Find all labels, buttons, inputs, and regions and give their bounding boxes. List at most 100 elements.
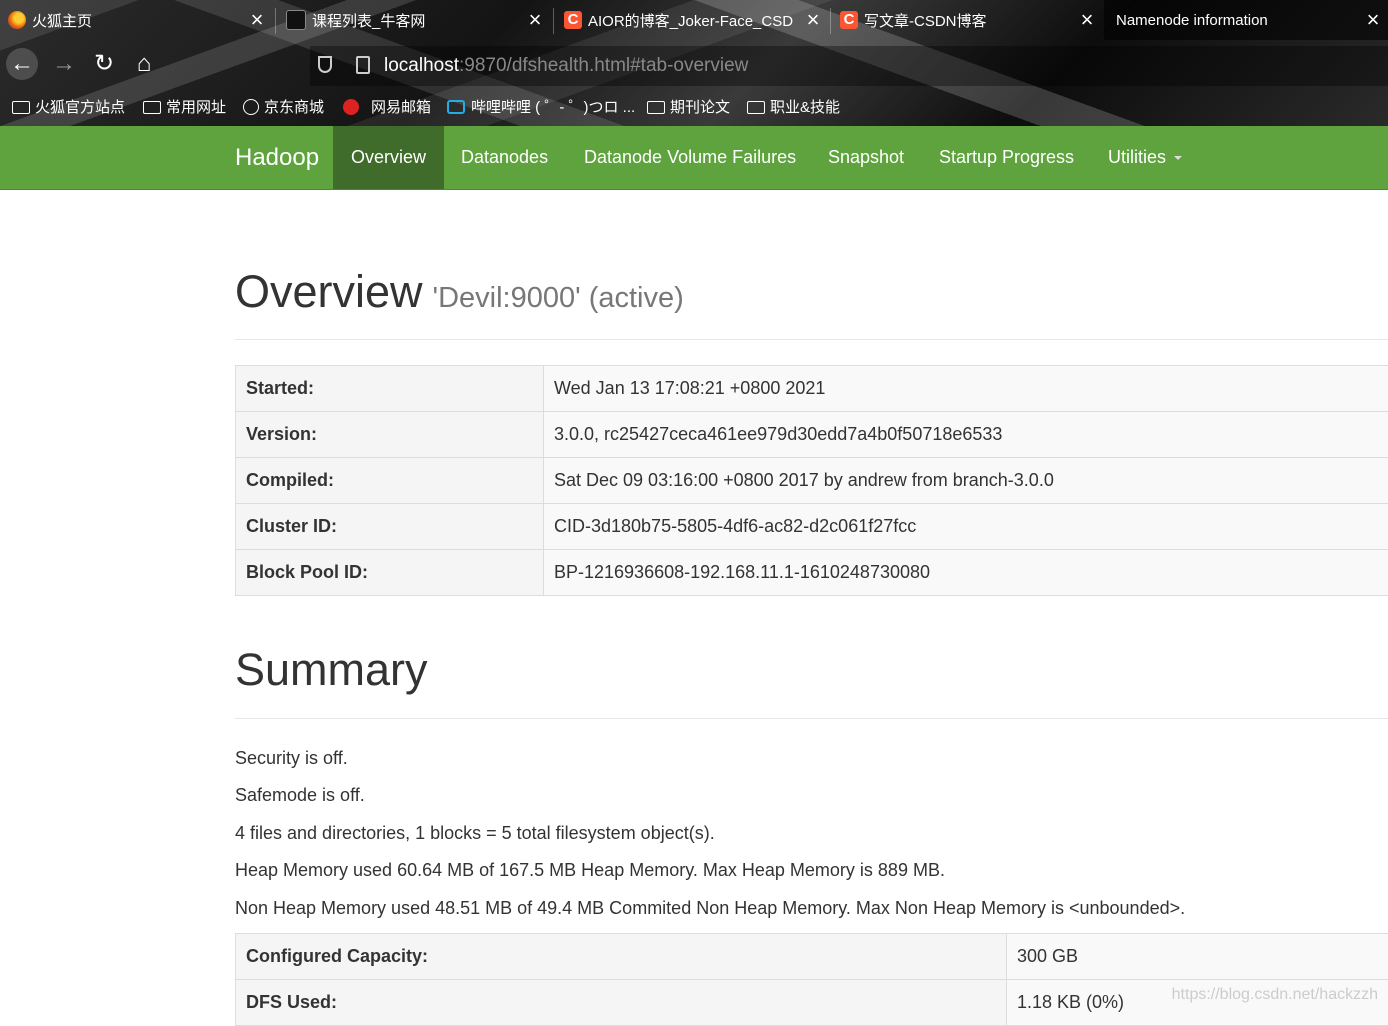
bookmark-item[interactable]: 哔哩哔哩 ( ゜- ゜)つロ ... — [447, 96, 635, 117]
firefox-icon — [8, 11, 26, 29]
bookmark-label: 火狐官方站点 — [35, 96, 125, 117]
bookmark-item[interactable]: 常用网址 — [143, 96, 226, 117]
tab-title: 课程列表_牛客网 — [312, 10, 520, 31]
close-icon[interactable]: × — [1358, 7, 1388, 33]
nav-utilities[interactable]: Utilities — [1090, 126, 1200, 189]
browser-chrome: 火狐主页 × 课程列表_牛客网 × C AIOR的博客_Joker-Face_C… — [0, 0, 1388, 126]
browser-tab[interactable]: C 写文章-CSDN博客 × — [832, 0, 1102, 40]
bilibili-icon — [447, 100, 465, 114]
row-value: 300 GB — [1007, 934, 1388, 980]
close-icon[interactable]: × — [520, 7, 550, 33]
folder-icon — [12, 101, 30, 114]
url-host: localhost — [384, 55, 459, 76]
bookmark-label: 哔哩哔哩 ( ゜- ゜)つロ ... — [471, 96, 635, 117]
table-row: Compiled:Sat Dec 09 03:16:00 +0800 2017 … — [236, 458, 1388, 504]
close-icon[interactable]: × — [798, 7, 828, 33]
bookmark-item[interactable]: 职业&技能 — [747, 96, 840, 117]
bookmark-item[interactable]: 网易邮箱 — [343, 96, 431, 117]
summary-heading: Summary — [235, 644, 428, 696]
bookmark-label: 网易邮箱 — [371, 96, 431, 117]
bookmark-label: 职业&技能 — [770, 96, 840, 117]
folder-icon — [747, 101, 765, 114]
url-bar[interactable]: localhost:9870/dfshealth.html#tab-overvi… — [310, 46, 1388, 86]
nav-overview[interactable]: Overview — [333, 126, 444, 189]
csdn-icon: C — [564, 11, 582, 29]
row-label: Version: — [236, 412, 544, 458]
bookmark-item[interactable]: 期刊论文 — [647, 96, 730, 117]
tab-title: Namenode information — [1116, 12, 1358, 29]
browser-tab[interactable]: C AIOR的博客_Joker-Face_CSD × — [556, 0, 828, 40]
tab-divider — [553, 8, 554, 34]
page-info-icon[interactable] — [356, 56, 370, 74]
tab-title: 火狐主页 — [32, 10, 242, 31]
overview-table: Started:Wed Jan 13 17:08:21 +0800 2021 V… — [235, 365, 1388, 596]
row-value: 3.0.0, rc25427ceca461ee979d30edd7a4b0f50… — [544, 412, 1388, 458]
url-text[interactable]: localhost:9870/dfshealth.html#tab-overvi… — [384, 55, 748, 77]
nav-utilities-label: Utilities — [1108, 147, 1166, 167]
nav-datanodes[interactable]: Datanodes — [443, 126, 566, 189]
table-row: Configured Capacity:300 GB — [236, 934, 1388, 980]
summary-line: Heap Memory used 60.64 MB of 167.5 MB He… — [235, 860, 945, 881]
nav-snapshot[interactable]: Snapshot — [810, 126, 922, 189]
row-label: Started: — [236, 366, 544, 412]
tab-title: 写文章-CSDN博客 — [864, 10, 1072, 31]
bookmark-item[interactable]: 京东商城 — [243, 96, 324, 117]
nav-datanode-volume-failures[interactable]: Datanode Volume Failures — [566, 126, 814, 189]
shield-icon[interactable] — [318, 56, 332, 73]
browser-tab[interactable]: 火狐主页 × — [0, 0, 272, 40]
bookmark-label: 常用网址 — [166, 96, 226, 117]
bookmark-item[interactable]: 火狐官方站点 — [12, 96, 125, 117]
tab-strip: 火狐主页 × 课程列表_牛客网 × C AIOR的博客_Joker-Face_C… — [0, 0, 1388, 40]
forward-arrow-icon[interactable]: → — [48, 48, 80, 80]
summary-line: Safemode is off. — [235, 785, 365, 806]
row-label: DFS Used: — [236, 980, 1007, 1026]
summary-line: Non Heap Memory used 48.51 MB of 49.4 MB… — [235, 898, 1185, 919]
divider — [235, 718, 1388, 719]
overview-subtitle: 'Devil:9000' (active) — [433, 282, 684, 314]
netease-icon — [343, 99, 359, 115]
overview-heading: Overview 'Devil:9000' (active) — [235, 266, 684, 318]
summary-line: 4 files and directories, 1 blocks = 5 to… — [235, 823, 715, 844]
tab-divider — [830, 8, 831, 34]
csdn-icon: C — [840, 11, 858, 29]
watermark: https://blog.csdn.net/hackzzh — [1172, 986, 1378, 1004]
bookmark-label: 京东商城 — [264, 96, 324, 117]
hadoop-navbar: Hadoop Overview Datanodes Datanode Volum… — [0, 126, 1388, 190]
row-label: Block Pool ID: — [236, 550, 544, 596]
nav-startup-progress[interactable]: Startup Progress — [921, 126, 1092, 189]
browser-toolbar: ← → ↻ ⌂ localhost:9870/dfshealth.html#ta… — [0, 44, 1388, 86]
browser-tab[interactable]: 课程列表_牛客网 × — [278, 0, 550, 40]
row-label: Cluster ID: — [236, 504, 544, 550]
tab-title: AIOR的博客_Joker-Face_CSD — [588, 10, 798, 31]
row-label: Configured Capacity: — [236, 934, 1007, 980]
folder-icon — [143, 101, 161, 114]
folder-icon — [647, 101, 665, 114]
home-icon[interactable]: ⌂ — [128, 48, 160, 80]
table-row: Cluster ID:CID-3d180b75-5805-4df6-ac82-d… — [236, 504, 1388, 550]
bookmarks-toolbar: 火狐官方站点 常用网址 京东商城 网易邮箱 哔哩哔哩 ( ゜- ゜)つロ ...… — [0, 90, 1388, 124]
row-value: Wed Jan 13 17:08:21 +0800 2021 — [544, 366, 1388, 412]
row-value: CID-3d180b75-5805-4df6-ac82-d2c061f27fcc — [544, 504, 1388, 550]
summary-table: Configured Capacity:300 GB DFS Used:1.18… — [235, 933, 1388, 1026]
row-label: Compiled: — [236, 458, 544, 504]
overview-title: Overview — [235, 266, 423, 317]
url-path: :9870/dfshealth.html#tab-overview — [459, 55, 748, 76]
close-icon[interactable]: × — [1072, 7, 1102, 33]
nowcoder-icon — [286, 10, 306, 30]
table-row: Version:3.0.0, rc25427ceca461ee979d30edd… — [236, 412, 1388, 458]
tab-divider — [275, 8, 276, 34]
row-value: Sat Dec 09 03:16:00 +0800 2017 by andrew… — [544, 458, 1388, 504]
bookmark-label: 期刊论文 — [670, 96, 730, 117]
row-value: BP-1216936608-192.168.11.1-1610248730080 — [544, 550, 1388, 596]
globe-icon — [243, 99, 259, 115]
caret-down-icon — [1174, 156, 1182, 160]
close-icon[interactable]: × — [242, 7, 272, 33]
table-row: Started:Wed Jan 13 17:08:21 +0800 2021 — [236, 366, 1388, 412]
hadoop-brand[interactable]: Hadoop — [235, 144, 319, 172]
divider — [235, 339, 1388, 340]
summary-line: Security is off. — [235, 748, 348, 769]
browser-tab-active[interactable]: Namenode information × — [1104, 0, 1388, 40]
back-arrow-icon[interactable]: ← — [6, 48, 38, 80]
reload-icon[interactable]: ↻ — [88, 48, 120, 80]
table-row: Block Pool ID:BP-1216936608-192.168.11.1… — [236, 550, 1388, 596]
